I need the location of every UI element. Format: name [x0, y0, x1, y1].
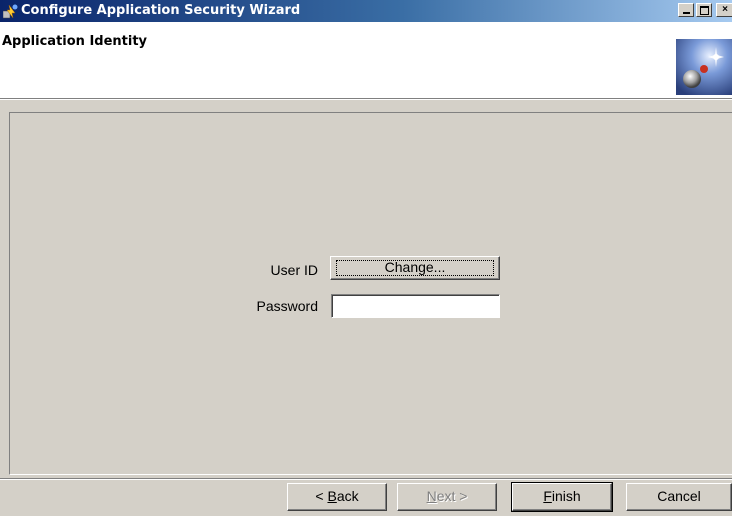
- cancel-button[interactable]: Cancel: [626, 483, 732, 511]
- close-icon: ×: [722, 4, 728, 15]
- close-button[interactable]: ×: [716, 3, 732, 17]
- maximize-icon: [700, 6, 709, 15]
- next-button[interactable]: Next >: [397, 483, 497, 511]
- footer-divider-highlight: [0, 479, 732, 480]
- next-hotkey: N: [426, 488, 437, 504]
- back-prefix: <: [315, 488, 328, 504]
- finish-button[interactable]: Finish: [511, 482, 613, 512]
- minimize-icon: [683, 12, 690, 14]
- user-id-label: User ID: [270, 262, 318, 278]
- back-button[interactable]: < Back: [287, 483, 387, 511]
- title-bar: Configure Application Security Wizard ×: [0, 0, 732, 22]
- maximize-button[interactable]: [696, 3, 712, 17]
- password-field[interactable]: [331, 294, 500, 318]
- change-user-button[interactable]: Change...: [330, 256, 500, 280]
- window-title: Configure Application Security Wizard: [21, 3, 301, 18]
- wizard-header: Application Identity: [0, 22, 732, 99]
- back-hotkey: B: [327, 488, 337, 504]
- page-title: Application Identity: [2, 34, 148, 49]
- finish-hotkey: F: [543, 488, 552, 504]
- wizard-app-icon: [3, 4, 18, 19]
- cancel-label: Cancel: [657, 488, 701, 504]
- header-divider: [0, 99, 732, 100]
- finish-rest: inish: [551, 488, 581, 504]
- minimize-button[interactable]: [678, 3, 694, 17]
- wizard-planet-icon: [676, 39, 732, 95]
- password-label: Password: [256, 298, 318, 314]
- change-button-label: Change...: [384, 259, 446, 275]
- back-rest: ack: [336, 488, 359, 504]
- next-rest: ext >: [436, 488, 468, 504]
